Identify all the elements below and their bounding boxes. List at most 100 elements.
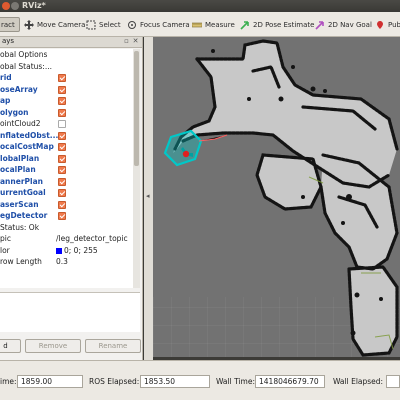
obstacle-point — [350, 330, 356, 336]
publish-point-icon — [377, 20, 383, 29]
display-row-label: obal Status:... — [0, 61, 52, 71]
display-enabled-checkbox[interactable] — [58, 74, 66, 82]
ros-time-field[interactable]: 1859.00 — [17, 375, 83, 388]
person-marker-dot — [182, 150, 190, 158]
display-row-label: rid — [0, 73, 12, 82]
obstacle-point — [346, 194, 352, 200]
display-enabled-checkbox[interactable] — [58, 143, 66, 151]
display-row[interactable]: rid — [0, 72, 140, 84]
publish-point-tool-button[interactable]: Pub — [375, 17, 400, 32]
interact-tool-button[interactable]: ract — [0, 17, 20, 32]
display-enabled-checkbox[interactable] — [58, 108, 66, 117]
display-enabled-checkbox[interactable] — [58, 85, 66, 94]
measure-tool-button[interactable]: Measure — [192, 17, 235, 32]
ros-time-label: ime: — [0, 377, 17, 386]
display-row[interactable]: lobalPlan — [0, 153, 140, 165]
pose-estimate-arrow-icon — [240, 20, 249, 30]
display-row-label: ointCloud2 — [0, 119, 41, 128]
display-row-value[interactable]: 0; 0; 255 — [56, 246, 98, 255]
displays-tree-scrollbar[interactable] — [133, 49, 140, 288]
display-row-label: ocalPlan — [0, 165, 36, 174]
display-row[interactable]: olygon — [0, 107, 140, 119]
display-row-value[interactable]: /leg_detector_topic — [56, 234, 128, 243]
add-display-button[interactable]: d — [0, 339, 21, 353]
display-row[interactable]: nflatedObst... — [0, 130, 140, 142]
obstacle-point — [379, 297, 383, 301]
display-row-label: lor — [0, 245, 10, 255]
title-bar: RViz* — [0, 0, 400, 12]
display-row[interactable]: ocalPlan — [0, 164, 140, 176]
display-enabled-checkbox[interactable] — [58, 200, 66, 209]
pose-estimate-tool-button[interactable]: 2D Pose Estimate — [240, 17, 314, 32]
display-row[interactable]: Status: Ok — [0, 222, 140, 234]
map-canvas[interactable] — [153, 37, 400, 357]
display-enabled-checkbox[interactable] — [58, 154, 66, 163]
display-row[interactable]: row Length 0.3 — [0, 256, 140, 268]
collapse-arrow-icon[interactable]: ◂ — [146, 192, 150, 200]
measure-label: Measure — [205, 20, 235, 29]
remove-display-button[interactable]: Remove — [25, 339, 81, 353]
display-enabled-checkbox[interactable] — [58, 212, 66, 220]
display-row[interactable]: pic/leg_detector_topic — [0, 233, 140, 245]
display-row[interactable]: ointCloud2 — [0, 118, 140, 130]
display-row-label: egDetector — [0, 211, 48, 220]
display-row-label: ap — [0, 96, 11, 105]
obstacle-point — [211, 49, 215, 53]
select-tool-button[interactable]: Select — [86, 17, 121, 32]
display-enabled-checkbox[interactable] — [58, 177, 66, 186]
display-description-box — [0, 292, 140, 332]
display-row[interactable]: aserScan — [0, 199, 140, 211]
display-row-label: nflatedObst... — [0, 130, 59, 140]
displays-panel-header: ays ▫ ✕ — [0, 37, 142, 48]
wall-time-label: Wall Time: — [216, 377, 255, 386]
displays-tree[interactable]: obal Options obal Status:... rid oseArray ap… — [0, 49, 140, 288]
display-row-value[interactable]: 0.3 — [56, 257, 68, 266]
panel-close-icon[interactable]: ✕ — [132, 38, 139, 45]
display-enabled-checkbox[interactable] — [58, 97, 66, 105]
display-row[interactable]: obal Status:... — [0, 61, 140, 73]
remove-display-label: Remove — [38, 342, 68, 350]
panel-splitter[interactable]: ◂ — [144, 37, 153, 360]
display-row[interactable]: urrentGoal — [0, 187, 140, 199]
nav-goal-tool-button[interactable]: 2D Nav Goal — [315, 17, 372, 32]
render-viewport[interactable] — [153, 37, 400, 357]
ruler-icon — [192, 22, 202, 27]
focus-camera-tool-button[interactable]: Focus Camera — [127, 17, 190, 32]
display-enabled-checkbox[interactable] — [58, 120, 66, 128]
interact-tool-label: ract — [1, 20, 15, 29]
display-row-label: ocalCostMap — [0, 142, 54, 151]
minimize-window-button[interactable] — [11, 2, 19, 10]
wall-elapsed-label: Wall Elapsed: — [333, 377, 384, 386]
ros-elapsed-field[interactable]: 1853.50 — [140, 375, 210, 388]
display-row-label: Status: Ok — [0, 222, 40, 232]
display-row-value-text: /leg_detector_topic — [56, 234, 128, 243]
display-enabled-checkbox[interactable] — [58, 189, 66, 197]
display-row-label: row Length — [0, 257, 42, 266]
display-row[interactable]: egDetector — [0, 210, 140, 222]
display-row[interactable]: obal Options — [0, 49, 140, 61]
display-enabled-checkbox[interactable] — [58, 166, 66, 174]
displays-panel: ays ▫ ✕ obal Options obal Status:... rid os… — [0, 37, 143, 360]
display-row[interactable]: ocalCostMap — [0, 141, 140, 153]
display-row-label: obal Options — [0, 50, 48, 59]
display-enabled-checkbox[interactable] — [58, 131, 66, 140]
close-window-button[interactable] — [2, 2, 10, 10]
rename-display-button[interactable]: Rename — [85, 339, 141, 353]
wall-time-field[interactable]: 1418046679.70 — [255, 375, 325, 388]
display-row[interactable]: oseArray — [0, 84, 140, 96]
obstacle-point — [278, 96, 284, 102]
display-row[interactable]: lor 0; 0; 255 — [0, 245, 140, 257]
nav-goal-label: 2D Nav Goal — [328, 20, 372, 29]
display-row[interactable]: ap — [0, 95, 140, 107]
rename-display-label: Rename — [98, 342, 128, 350]
color-swatch — [56, 247, 62, 254]
displays-tree-scroll-thumb[interactable] — [134, 51, 139, 166]
move-camera-label: Move Camera — [37, 20, 86, 29]
obstacle-point — [341, 221, 345, 225]
publish-point-label: Pub — [388, 20, 400, 29]
display-row[interactable]: annerPlan — [0, 176, 140, 188]
move-camera-tool-button[interactable]: Move Camera — [24, 17, 85, 32]
display-row-label: olygon — [0, 107, 29, 117]
panel-float-icon[interactable]: ▫ — [123, 38, 130, 45]
wall-elapsed-field[interactable] — [386, 375, 400, 388]
